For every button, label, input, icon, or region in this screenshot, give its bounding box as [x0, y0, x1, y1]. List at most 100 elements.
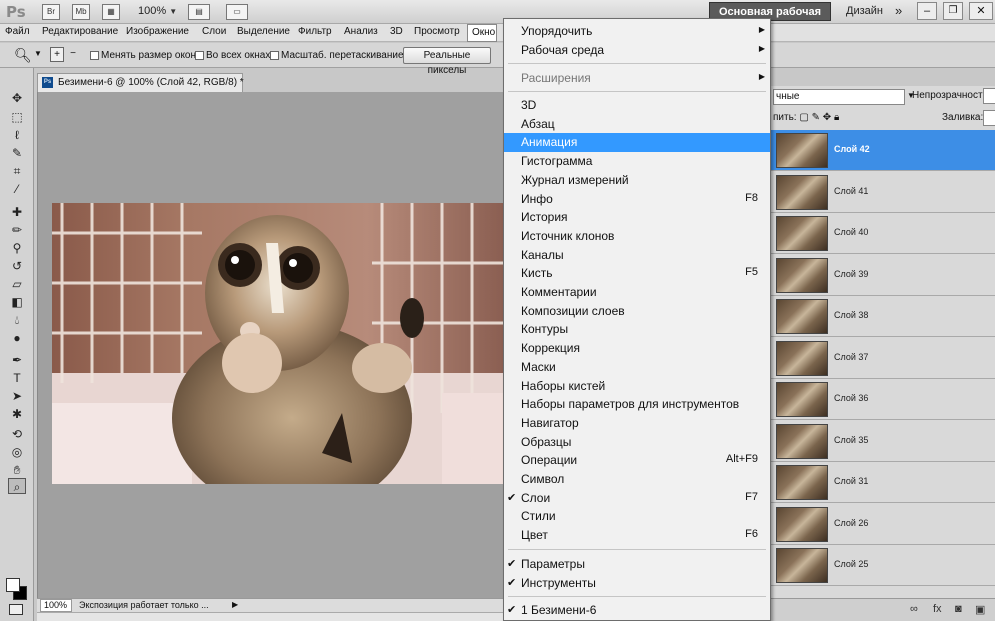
- menu-item-character[interactable]: Символ: [504, 470, 770, 489]
- layer-row[interactable]: Слой 40: [770, 213, 995, 254]
- status-zoom-field[interactable]: 100%: [40, 599, 72, 612]
- blend-mode-select[interactable]: чные: [773, 89, 905, 105]
- quick-select-tool-icon[interactable]: ✎: [8, 145, 26, 161]
- zoom-tool-icon[interactable]: ⌕: [8, 478, 26, 494]
- layer-row[interactable]: Слой 41: [770, 171, 995, 213]
- healing-brush-tool-icon[interactable]: ✚: [8, 204, 26, 220]
- menu-item-clone-source[interactable]: Источник клонов: [504, 227, 770, 246]
- menu-item-paths[interactable]: Контуры: [504, 320, 770, 339]
- type-tool-icon[interactable]: T: [8, 370, 26, 386]
- menu-item-color[interactable]: Цвет F6: [504, 526, 770, 545]
- opacity-field[interactable]: [983, 88, 995, 104]
- all-windows-checkbox[interactable]: Во всех окнах: [195, 50, 270, 61]
- menu-item-navigator[interactable]: Навигатор: [504, 414, 770, 433]
- scrubby-zoom-checkbox[interactable]: Масштаб. перетаскиванием: [270, 50, 410, 61]
- shape-tool-icon[interactable]: ✱: [8, 406, 26, 422]
- menu-edit[interactable]: Редактирование: [42, 26, 118, 37]
- layer-row[interactable]: Слой 39: [770, 254, 995, 296]
- menu-item-workspace[interactable]: Рабочая среда ▶: [504, 41, 770, 60]
- 3d-rotate-tool-icon[interactable]: ⟲: [8, 426, 26, 442]
- mini-bridge-icon[interactable]: Mb: [72, 4, 90, 20]
- menu-3d[interactable]: 3D: [390, 26, 403, 37]
- horizontal-scrollbar[interactable]: [37, 612, 503, 621]
- menu-item-paragraph[interactable]: Абзац: [504, 115, 770, 134]
- resize-windows-checkbox[interactable]: Менять размер окон: [90, 50, 196, 61]
- quick-mask-icon[interactable]: [9, 604, 23, 615]
- gradient-tool-icon[interactable]: ◧: [8, 294, 26, 310]
- lock-position-icon[interactable]: ✥: [823, 112, 831, 123]
- new-layer-icon[interactable]: ▣: [975, 603, 985, 616]
- layer-row[interactable]: Слой 35: [770, 420, 995, 462]
- menu-item-swatches[interactable]: Образцы: [504, 433, 770, 452]
- arrange-documents-icon[interactable]: ▤: [188, 4, 210, 20]
- foreground-color-swatch[interactable]: [6, 578, 20, 592]
- menu-item-tools[interactable]: ✔ Инструменты: [504, 574, 770, 593]
- blur-tool-icon[interactable]: 💧︎: [8, 312, 26, 328]
- menu-select[interactable]: Выделение: [237, 26, 290, 37]
- lock-transparency-icon[interactable]: ▢: [799, 112, 808, 123]
- menu-item-3d[interactable]: 3D: [504, 96, 770, 115]
- dodge-tool-icon[interactable]: ●: [8, 330, 26, 346]
- menu-item-animation[interactable]: Анимация: [504, 133, 770, 153]
- menu-filter[interactable]: Фильтр: [298, 26, 332, 37]
- document-tab[interactable]: Ps Безимени-6 @ 100% (Слой 42, RGB/8) *: [37, 73, 244, 92]
- eraser-tool-icon[interactable]: ▱: [8, 276, 26, 292]
- menu-item-adjustments[interactable]: Коррекция: [504, 339, 770, 358]
- menu-layers[interactable]: Слои: [202, 26, 226, 37]
- eyedropper-tool-icon[interactable]: ⁄: [8, 181, 26, 197]
- menu-item-notes[interactable]: Комментарии: [504, 283, 770, 302]
- layer-row[interactable]: Слой 31: [770, 462, 995, 503]
- menu-item-tool-presets[interactable]: Наборы параметров для инструментов: [504, 395, 770, 414]
- actual-pixels-button[interactable]: Реальные пикселы: [403, 47, 491, 76]
- zoom-out-icon[interactable]: −: [66, 47, 80, 62]
- close-icon[interactable]: ✕: [969, 2, 993, 20]
- menu-item-history[interactable]: История: [504, 208, 770, 227]
- menu-item-styles[interactable]: Стили: [504, 507, 770, 526]
- menu-item-options[interactable]: ✔ Параметры: [504, 555, 770, 574]
- path-selection-tool-icon[interactable]: ➤: [8, 388, 26, 404]
- layer-row[interactable]: Слой 38: [770, 296, 995, 337]
- pen-tool-icon[interactable]: ✒: [8, 352, 26, 368]
- layer-row[interactable]: Слой 36: [770, 379, 995, 420]
- layer-style-icon[interactable]: fx: [933, 603, 942, 615]
- layer-row[interactable]: Слой 26: [770, 503, 995, 545]
- status-menu-arrow-icon[interactable]: ▶: [232, 600, 238, 609]
- menu-item-arrange[interactable]: Упорядочить ▶: [504, 22, 770, 41]
- layer-row[interactable]: Слой 37: [770, 337, 995, 379]
- zoom-tool-icon[interactable]: 🔍︎: [14, 47, 32, 64]
- fill-field[interactable]: [983, 110, 995, 126]
- 3d-orbit-tool-icon[interactable]: ◎: [8, 444, 26, 460]
- layer-row[interactable]: Слой 42: [770, 130, 995, 171]
- minimize-icon[interactable]: –: [917, 2, 937, 20]
- layer-row[interactable]: Слой 25: [770, 545, 995, 586]
- menu-item-histogram[interactable]: Гистограмма: [504, 152, 770, 171]
- menu-item-document-untitled-6[interactable]: ✔ 1 Безимени-6: [504, 601, 770, 620]
- brush-tool-icon[interactable]: ✏: [8, 222, 26, 238]
- menu-view[interactable]: Просмотр: [414, 26, 460, 37]
- view-extras-icon[interactable]: ▦: [102, 4, 120, 20]
- menu-file[interactable]: Файл: [5, 26, 30, 37]
- restore-icon[interactable]: ❐: [943, 2, 963, 20]
- screen-mode-icon[interactable]: ▭: [226, 4, 248, 20]
- link-layers-icon[interactable]: ∞: [910, 603, 918, 615]
- chevron-down-icon[interactable]: ▼: [34, 49, 42, 58]
- menu-item-layers[interactable]: ✔ Слои F7: [504, 489, 770, 508]
- menu-item-brush-presets[interactable]: Наборы кистей: [504, 377, 770, 396]
- lasso-tool-icon[interactable]: ℓ: [8, 127, 26, 143]
- marquee-tool-icon[interactable]: ⬚: [8, 109, 26, 125]
- hand-tool-icon[interactable]: ✋︎: [8, 462, 26, 478]
- history-brush-tool-icon[interactable]: ↺: [8, 258, 26, 274]
- move-tool-icon[interactable]: ✥: [8, 90, 26, 106]
- menu-item-info[interactable]: Инфо F8: [504, 190, 770, 209]
- layer-mask-icon[interactable]: ◙: [955, 603, 962, 615]
- workspace-design-button[interactable]: Дизайн: [846, 5, 883, 17]
- menu-item-measurement-log[interactable]: Журнал измерений: [504, 171, 770, 190]
- menu-item-layer-comps[interactable]: Композиции слоев: [504, 302, 770, 321]
- lock-all-icon[interactable]: 🔒︎: [834, 112, 839, 123]
- zoom-in-icon[interactable]: +: [50, 47, 64, 62]
- menu-item-actions[interactable]: Операции Alt+F9: [504, 451, 770, 470]
- lock-image-icon[interactable]: ✎: [812, 112, 820, 123]
- menu-item-brush[interactable]: Кисть F5: [504, 264, 770, 283]
- canvas-image[interactable]: [52, 203, 503, 484]
- menu-image[interactable]: Изображение: [126, 26, 189, 37]
